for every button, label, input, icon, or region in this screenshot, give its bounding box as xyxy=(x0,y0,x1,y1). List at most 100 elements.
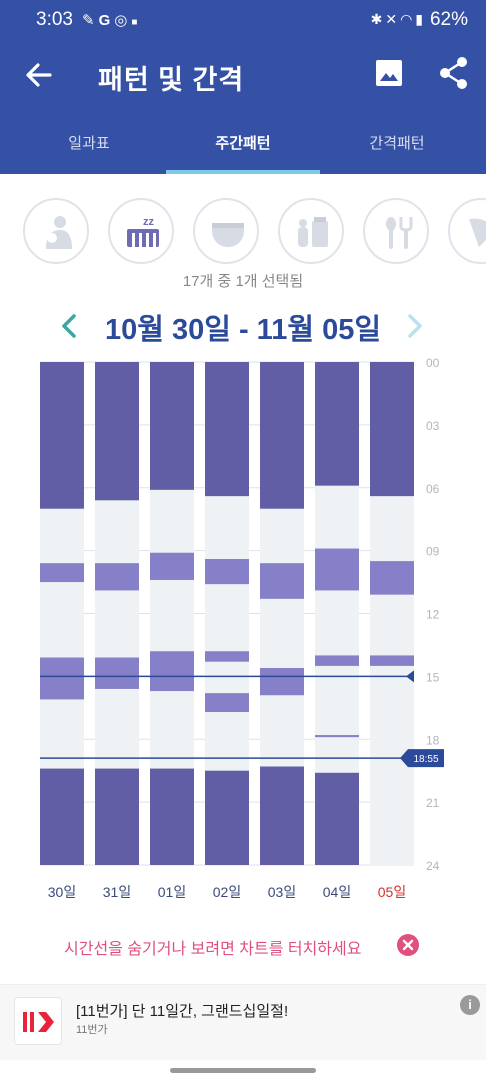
sleep-icon: zz xyxy=(127,216,159,247)
share-button[interactable] xyxy=(438,56,470,90)
tab-label: 간격패턴 xyxy=(369,135,425,152)
category-bottle[interactable] xyxy=(278,198,344,264)
sleep-segment xyxy=(205,693,249,713)
share-icon xyxy=(440,57,467,89)
more-category-icon xyxy=(469,218,486,247)
y-tick-label: 21 xyxy=(426,796,440,810)
system-icons: ✱✕◠▮ xyxy=(371,11,426,28)
status-time: 3:03 xyxy=(36,9,73,30)
notification-icons: ✎G◎■ xyxy=(82,11,141,29)
ad-logo xyxy=(14,997,62,1045)
sleep-segment xyxy=(95,657,139,689)
sleep-segment xyxy=(260,563,304,599)
hint-text: 시간선을 숨기거나 보려면 차트를 터치하세요 xyxy=(64,941,362,958)
notification-icon: ✎ xyxy=(82,12,99,29)
tab-interval-pattern[interactable]: 간격패턴 xyxy=(316,132,478,174)
sleep-segment xyxy=(315,735,359,738)
svg-text:zz: zz xyxy=(143,216,155,228)
x-tick-label: 30일 xyxy=(48,884,76,900)
category-sleep[interactable]: zz xyxy=(108,198,174,264)
ad-banner[interactable]: [11번가] 단 11일간, 그랜드십일절! 11번가 i xyxy=(0,984,486,1060)
category-diaper[interactable] xyxy=(193,198,259,264)
current-time-label: 18:55 xyxy=(413,754,438,765)
x-tick-label: 31일 xyxy=(103,884,131,900)
next-week-button[interactable] xyxy=(404,310,426,342)
sleep-segment xyxy=(150,552,194,580)
feeding-utensils-icon xyxy=(386,217,413,249)
sleep-segment xyxy=(150,651,194,692)
y-tick-label: 24 xyxy=(426,859,440,873)
instagram-icon: ◎ xyxy=(114,12,132,29)
sleep-segment xyxy=(40,657,84,700)
sleep-segment xyxy=(370,561,414,595)
battery-level: 62% xyxy=(429,9,468,30)
pattern-chart-svg[interactable]: 00 03 06 09 12 15 18 21 24 30일 31일 01일 02일 03일 04일 05일 1… xyxy=(0,350,486,910)
sleep-segment xyxy=(95,768,139,865)
diaper-icon xyxy=(212,223,244,247)
image-icon xyxy=(376,60,402,86)
y-tick-label: 15 xyxy=(426,670,440,684)
status-bar: 3:03 ✎G◎■ ✱✕◠▮ 62% xyxy=(0,0,486,38)
sleep-segment xyxy=(40,362,84,509)
sleep-segment xyxy=(315,362,359,486)
sleep-segment xyxy=(205,362,249,497)
app-header: 패턴 및 간격 일과표 주간패턴 간격패턴 xyxy=(0,38,486,174)
sleep-segment xyxy=(95,563,139,591)
chevron-right-icon xyxy=(408,314,422,338)
category-more[interactable] xyxy=(448,198,486,264)
active-tab-indicator xyxy=(166,170,320,174)
chevron-left-icon xyxy=(62,314,76,338)
y-tick-label: 18 xyxy=(426,733,440,747)
y-tick-label: 09 xyxy=(426,545,440,559)
tab-daily-schedule[interactable]: 일과표 xyxy=(8,132,170,174)
category-feeding[interactable] xyxy=(363,198,429,264)
save-image-button[interactable] xyxy=(374,58,404,88)
bottle-icon xyxy=(298,217,328,247)
sleep-segment xyxy=(205,559,249,585)
category-filter-row: zz xyxy=(0,198,486,270)
weekly-pattern-chart[interactable]: 00 03 06 09 12 15 18 21 24 30일 31일 01일 02일 03일 04일 05일 1… xyxy=(0,350,486,910)
tab-weekly-pattern[interactable]: 주간패턴 xyxy=(162,132,324,174)
y-tick-label: 03 xyxy=(426,419,440,433)
selection-count: 17개 중 1개 선택됨 xyxy=(182,273,304,290)
signal-icon: ▮ xyxy=(415,11,426,27)
sleep-segment xyxy=(315,548,359,591)
page-title: 패턴 및 간격 xyxy=(98,65,245,95)
sleep-segment xyxy=(205,770,249,865)
hint-row: 시간선을 숨기거나 보려면 차트를 터치하세요 xyxy=(0,930,486,960)
x-tick-label: 05일 xyxy=(378,884,406,900)
sleep-segment xyxy=(260,766,304,865)
back-button[interactable] xyxy=(22,58,56,92)
ad-subtitle: 11번가 xyxy=(76,1024,108,1036)
y-tick-label: 12 xyxy=(426,608,440,622)
previous-week-button[interactable] xyxy=(58,310,80,342)
sleep-segment xyxy=(370,655,414,666)
wifi-icon: ◠ xyxy=(400,11,416,27)
mute-icon: ✕ xyxy=(385,11,401,27)
tab-label: 일과표 xyxy=(68,135,110,152)
bluetooth-icon: ✱ xyxy=(370,11,386,27)
dot-icon: ■ xyxy=(131,17,142,28)
sleep-segment xyxy=(315,772,359,865)
sleep-segment xyxy=(260,362,304,509)
sleep-segment xyxy=(260,667,304,696)
sleep-segment xyxy=(205,651,249,662)
back-arrow-icon xyxy=(26,63,52,87)
x-tick-label: 01일 xyxy=(158,884,186,900)
nursing-icon xyxy=(46,216,72,249)
category-nursing[interactable] xyxy=(23,198,89,264)
x-tick-label: 02일 xyxy=(213,884,241,900)
x-tick-label: 04일 xyxy=(323,884,351,900)
y-tick-label: 06 xyxy=(426,482,440,496)
ad-info-icon[interactable]: i xyxy=(460,995,480,1015)
g-icon: G xyxy=(98,12,115,29)
sleep-segment xyxy=(370,362,414,497)
sleep-segment xyxy=(40,563,84,583)
close-icon xyxy=(402,939,414,951)
sleep-segment xyxy=(95,362,139,501)
sleep-segment xyxy=(315,655,359,666)
eleven-street-logo-icon xyxy=(23,1012,54,1032)
hint-close-button[interactable] xyxy=(397,934,419,956)
sleep-segment xyxy=(40,768,84,865)
sleep-segment xyxy=(150,768,194,865)
